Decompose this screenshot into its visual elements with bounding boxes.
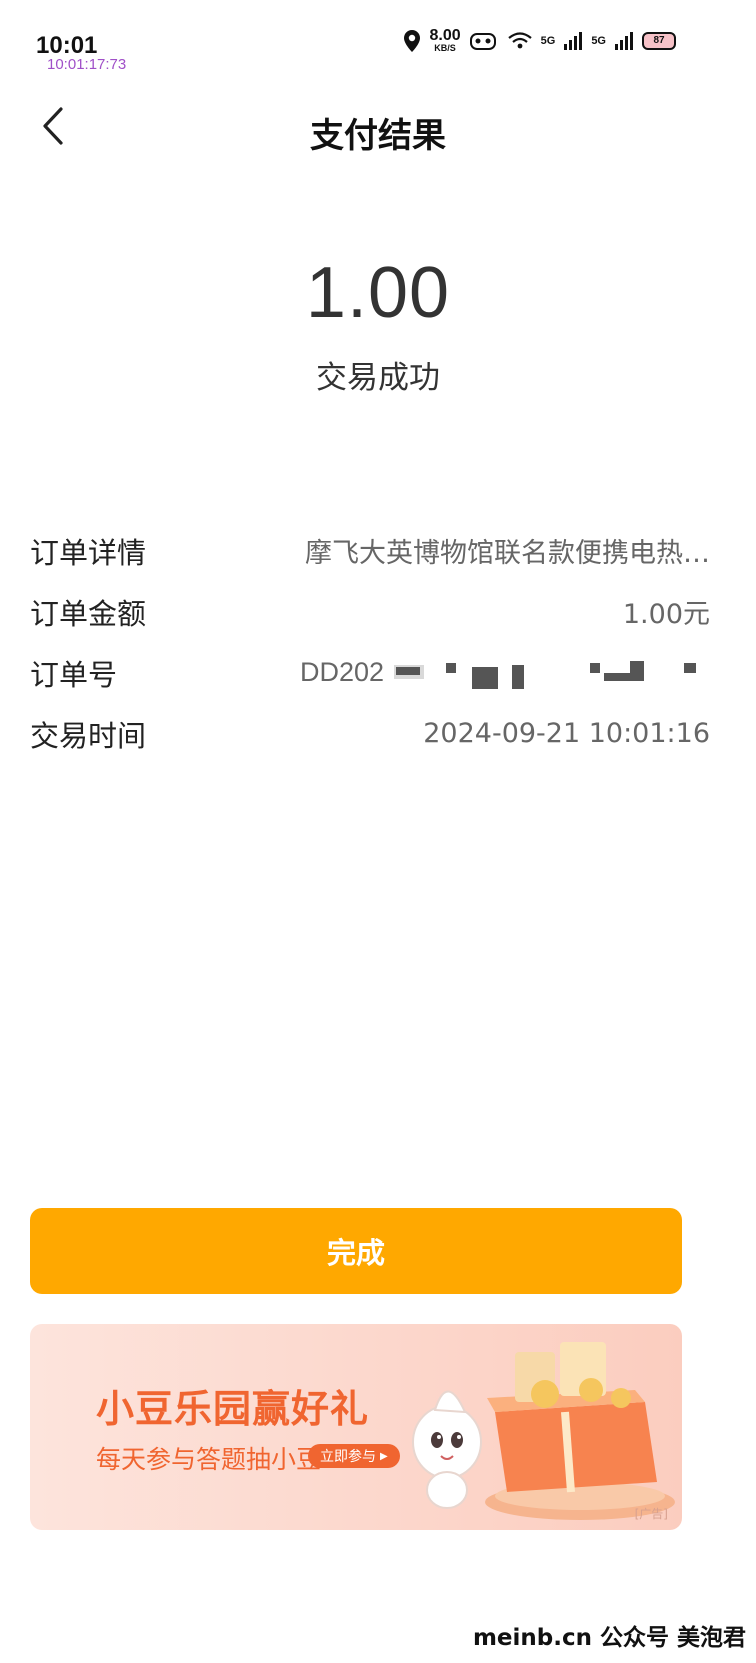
detail-value: 摩飞大英博物馆联名款便携电热… bbox=[305, 538, 710, 569]
detail-row-product: 订单详情 摩飞大英博物馆联名款便携电热… bbox=[30, 520, 710, 581]
ad-subtitle: 每天参与答题抽小豆 bbox=[96, 1445, 322, 1474]
signal-icon bbox=[564, 31, 583, 50]
detail-label: 订单金额 bbox=[30, 596, 147, 631]
payment-amount: 1.00 bbox=[305, 253, 451, 333]
wifi-icon bbox=[507, 31, 532, 48]
location-icon bbox=[404, 29, 421, 52]
status-sub-time: 10:01:17:73 bbox=[47, 56, 127, 73]
network-speed-value: 8.00 bbox=[429, 27, 461, 44]
redaction-block bbox=[396, 666, 420, 675]
detail-row-time: 交易时间 2024-09-21 10:01:16 bbox=[30, 703, 710, 764]
ad-title: 小豆乐园赢好礼 bbox=[96, 1387, 370, 1431]
battery-icon: 87 bbox=[642, 31, 676, 50]
detail-value: 2024-09-21 10:01:16 bbox=[423, 718, 710, 749]
watermark: meinb.cn 公众号 美泡君 bbox=[472, 1625, 746, 1651]
network-speed: 8.00 KB/S bbox=[429, 28, 460, 53]
redaction-block bbox=[512, 664, 524, 689]
redaction-block bbox=[446, 662, 456, 673]
detail-label: 订单号 bbox=[30, 657, 118, 692]
redaction-block bbox=[590, 662, 600, 673]
network-type-1: 5G bbox=[540, 34, 556, 47]
page-title: 支付结果 bbox=[310, 116, 446, 156]
header: 支付结果 bbox=[0, 90, 756, 166]
signal-icon bbox=[615, 31, 633, 50]
ad-banner[interactable]: 小豆乐园赢好礼 每天参与答题抽小豆 立即参与 ▶ [广告] bbox=[30, 1324, 682, 1530]
network-speed-unit: KB/S bbox=[434, 43, 456, 53]
redaction-block bbox=[630, 660, 644, 681]
detail-value: 1.00元 bbox=[622, 599, 710, 630]
status-bar: 10:01 10:01:17:73 8.00 KB/S 5G 5G 87 bbox=[0, 0, 756, 80]
order-number-prefix: DD202 bbox=[300, 657, 385, 687]
order-number-masked: DD202 bbox=[300, 653, 710, 693]
ad-tag: [广告] bbox=[634, 1507, 668, 1521]
redaction-block bbox=[684, 662, 696, 673]
gift-box-illustration bbox=[412, 1342, 675, 1520]
play-arrow-icon: ▶ bbox=[380, 1450, 388, 1462]
detail-row-order-number: 订单号 DD202 bbox=[30, 642, 710, 703]
order-details: 订单详情 摩飞大英博物馆联名款便携电热… 订单金额 1.00元 订单号 DD20… bbox=[30, 520, 710, 764]
status-icons: 8.00 KB/S 5G 5G 87 bbox=[403, 28, 676, 53]
ad-cta-label: 立即参与 bbox=[320, 1449, 376, 1465]
network-type-2: 5G bbox=[591, 34, 606, 47]
done-button[interactable]: 完成 bbox=[30, 1208, 682, 1294]
detail-row-amount: 订单金额 1.00元 bbox=[30, 581, 710, 642]
detail-label: 订单详情 bbox=[30, 535, 147, 570]
panda-icon bbox=[469, 32, 496, 50]
redaction-block bbox=[472, 666, 498, 689]
detail-label: 交易时间 bbox=[30, 718, 147, 753]
battery-level: 87 bbox=[653, 35, 665, 46]
payment-status: 交易成功 bbox=[316, 360, 440, 396]
ad-cta-button[interactable]: 立即参与 ▶ bbox=[308, 1444, 400, 1468]
